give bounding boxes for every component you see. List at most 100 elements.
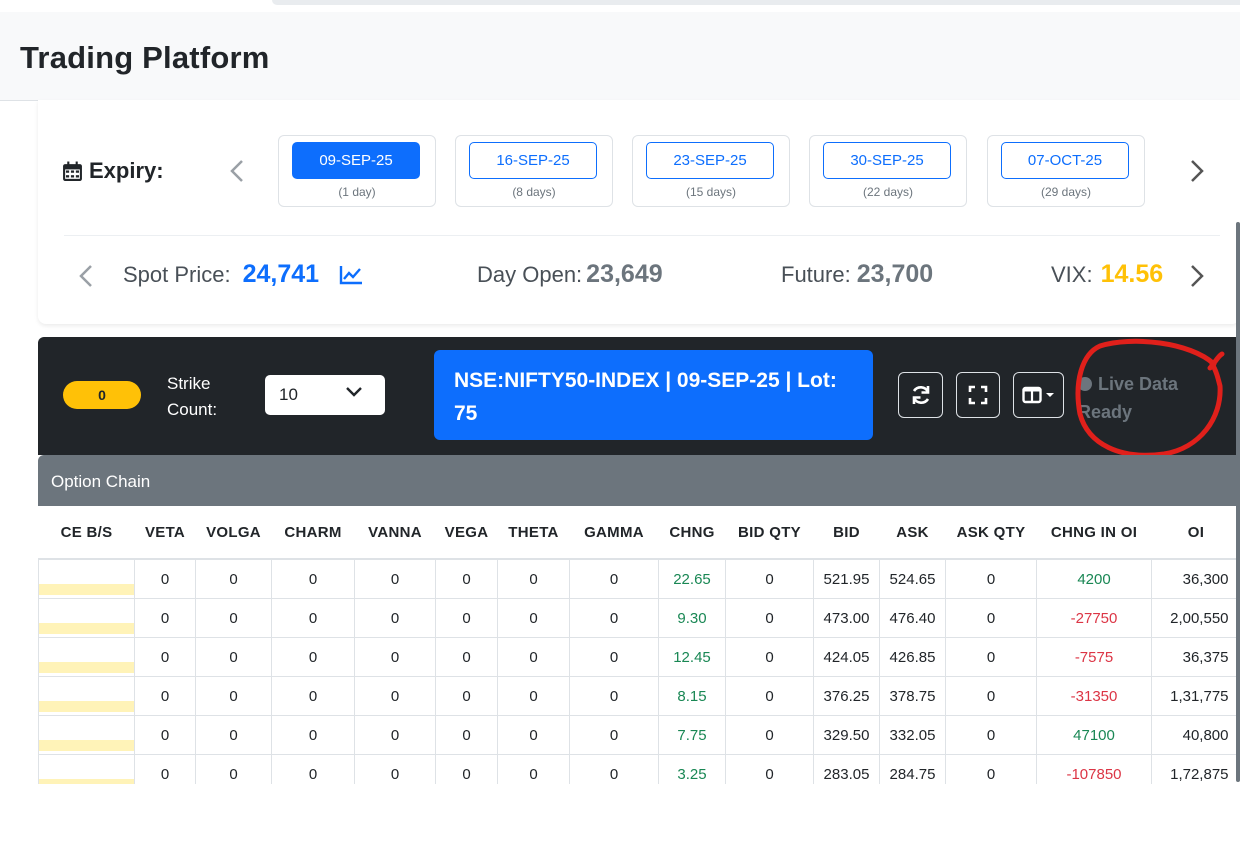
table-cell: 3.25 xyxy=(658,754,726,784)
table-cell: 0 xyxy=(945,559,1037,599)
table-cell: 329.50 xyxy=(813,715,880,755)
table-cell: 521.95 xyxy=(813,559,880,599)
table-cell: 0 xyxy=(354,715,436,755)
expiry-item[interactable]: 30-SEP-25 (22 days) xyxy=(809,135,967,207)
count-badge: 0 xyxy=(63,381,141,409)
expiry-item[interactable]: 16-SEP-25 (8 days) xyxy=(455,135,613,207)
buy-sell-cell[interactable] xyxy=(38,637,135,677)
table-cell: 0 xyxy=(497,559,570,599)
table-cell: 0 xyxy=(725,754,814,784)
metrics-next-button[interactable] xyxy=(1182,261,1212,291)
table-row[interactable]: 0 0 0 0 0 0 0 12.45 0 424.05 426.85 0 -7575 36,375 xyxy=(38,637,1240,677)
vix-metric: VIX: 14.56 xyxy=(1051,260,1163,289)
buy-sell-cell[interactable] xyxy=(38,559,135,599)
table-row[interactable]: 0 0 0 0 0 0 0 22.65 0 521.95 524.65 0 4200 36,300 xyxy=(38,559,1240,599)
table-cell: 7.75 xyxy=(658,715,726,755)
expiry-item[interactable]: 07-OCT-25 (29 days) xyxy=(987,135,1145,207)
chevron-right-icon xyxy=(1191,265,1204,287)
expiry-item[interactable]: 09-SEP-25 (1 day) xyxy=(278,135,436,207)
option-chain-header: Option Chain xyxy=(38,455,1240,506)
spot-price-metric: Spot Price: 24,741 xyxy=(123,260,363,289)
table-cell: 0 xyxy=(945,637,1037,677)
live-status-text: Live Data Ready xyxy=(1078,374,1179,422)
column-header: VOLGA xyxy=(195,506,272,560)
table-cell: 473.00 xyxy=(813,598,880,638)
chart-line-icon[interactable] xyxy=(339,265,363,285)
expand-icon xyxy=(968,385,988,405)
spot-price-value: 24,741 xyxy=(242,260,320,288)
expiry-label-text: Expiry: xyxy=(89,158,164,183)
buy-sell-cell[interactable] xyxy=(38,715,135,755)
table-cell: -7575 xyxy=(1036,637,1152,677)
buy-sell-cell[interactable] xyxy=(38,754,135,784)
table-cell: 0 xyxy=(195,715,272,755)
status-dot-icon xyxy=(1078,377,1092,391)
option-chain-table: CE B/S VETA VOLGA CHARM VANNA VEGA THETA GAMMA C… xyxy=(38,506,1240,784)
expiry-days: (22 days) xyxy=(862,185,914,199)
table-row[interactable]: 0 0 0 0 0 0 0 9.30 0 473.00 476.40 0 -27750 2,00,550 xyxy=(38,598,1240,638)
table-cell: 0 xyxy=(497,676,570,716)
table-cell: 4200 xyxy=(1036,559,1152,599)
table-cell: 36,300 xyxy=(1151,559,1240,599)
strike-count-select[interactable]: 10 xyxy=(265,375,385,415)
table-cell: 0 xyxy=(435,598,498,638)
column-header: VETA xyxy=(134,506,196,560)
expiry-days: (8 days) xyxy=(512,185,556,199)
table-cell: 0 xyxy=(435,637,498,677)
table-cell: 0 xyxy=(134,598,196,638)
table-cell: 378.75 xyxy=(879,676,946,716)
table-cell: 0 xyxy=(945,598,1037,638)
refresh-button[interactable] xyxy=(898,372,943,418)
expiry-date-button[interactable]: 09-SEP-25 xyxy=(292,142,420,179)
future-label: Future: xyxy=(781,262,851,287)
table-cell: 0 xyxy=(354,754,436,784)
metrics-prev-button[interactable] xyxy=(71,261,101,291)
table-cell: 0 xyxy=(435,559,498,599)
calendar-icon xyxy=(63,161,82,181)
section-divider xyxy=(64,235,1220,236)
table-cell: 0 xyxy=(569,598,659,638)
table-cell: 0 xyxy=(725,598,814,638)
table-cell: 0 xyxy=(945,754,1037,784)
table-body: 0 0 0 0 0 0 0 22.65 0 521.95 524.65 0 4200 36,300 0 0 0 0… xyxy=(38,559,1240,784)
expiry-next-button[interactable] xyxy=(1182,156,1212,186)
table-cell: 0 xyxy=(569,715,659,755)
buy-sell-cell[interactable] xyxy=(38,676,135,716)
expiry-date-button[interactable]: 23-SEP-25 xyxy=(646,142,774,179)
expiry-item[interactable]: 23-SEP-25 (15 days) xyxy=(632,135,790,207)
column-header: BID xyxy=(813,506,880,560)
table-cell: 0 xyxy=(435,676,498,716)
column-header: GAMMA xyxy=(569,506,659,560)
expiry-date-button[interactable]: 30-SEP-25 xyxy=(823,142,951,179)
day-open-value: 23,649 xyxy=(586,260,663,288)
page-title: Trading Platform xyxy=(20,40,270,75)
table-row[interactable]: 0 0 0 0 0 0 0 3.25 0 283.05 284.75 0 -107850 1,72,875 xyxy=(38,754,1240,784)
table-cell: 0 xyxy=(354,637,436,677)
table-cell: 0 xyxy=(354,559,436,599)
table-row[interactable]: 0 0 0 0 0 0 0 8.15 0 376.25 378.75 0 -31350 1,31,775 xyxy=(38,676,1240,716)
buy-sell-cell[interactable] xyxy=(38,598,135,638)
table-cell: 0 xyxy=(497,598,570,638)
vix-label: VIX: xyxy=(1051,262,1093,287)
columns-toggle-button[interactable] xyxy=(1013,372,1064,418)
columns-icon xyxy=(1021,386,1054,404)
table-row[interactable]: 0 0 0 0 0 0 0 7.75 0 329.50 332.05 0 47100 40,800 xyxy=(38,715,1240,755)
table-cell: 8.15 xyxy=(658,676,726,716)
table-cell: 12.45 xyxy=(658,637,726,677)
table-cell: 0 xyxy=(195,676,272,716)
table-cell: 0 xyxy=(497,637,570,677)
table-cell: 0 xyxy=(134,637,196,677)
page-scrollbar[interactable] xyxy=(1236,222,1240,782)
expiry-label: Expiry: xyxy=(62,158,164,184)
expiry-prev-button[interactable] xyxy=(222,156,252,186)
table-cell: 22.65 xyxy=(658,559,726,599)
table-cell: 0 xyxy=(134,754,196,784)
column-header: CHARM xyxy=(271,506,355,560)
table-cell: 283.05 xyxy=(813,754,880,784)
chevron-left-icon xyxy=(79,265,92,287)
expiry-date-button[interactable]: 07-OCT-25 xyxy=(1001,142,1129,179)
fullscreen-button[interactable] xyxy=(956,372,1000,418)
expiry-date-button[interactable]: 16-SEP-25 xyxy=(469,142,597,179)
table-cell: 426.85 xyxy=(879,637,946,677)
day-open-label: Day Open: xyxy=(477,262,583,287)
